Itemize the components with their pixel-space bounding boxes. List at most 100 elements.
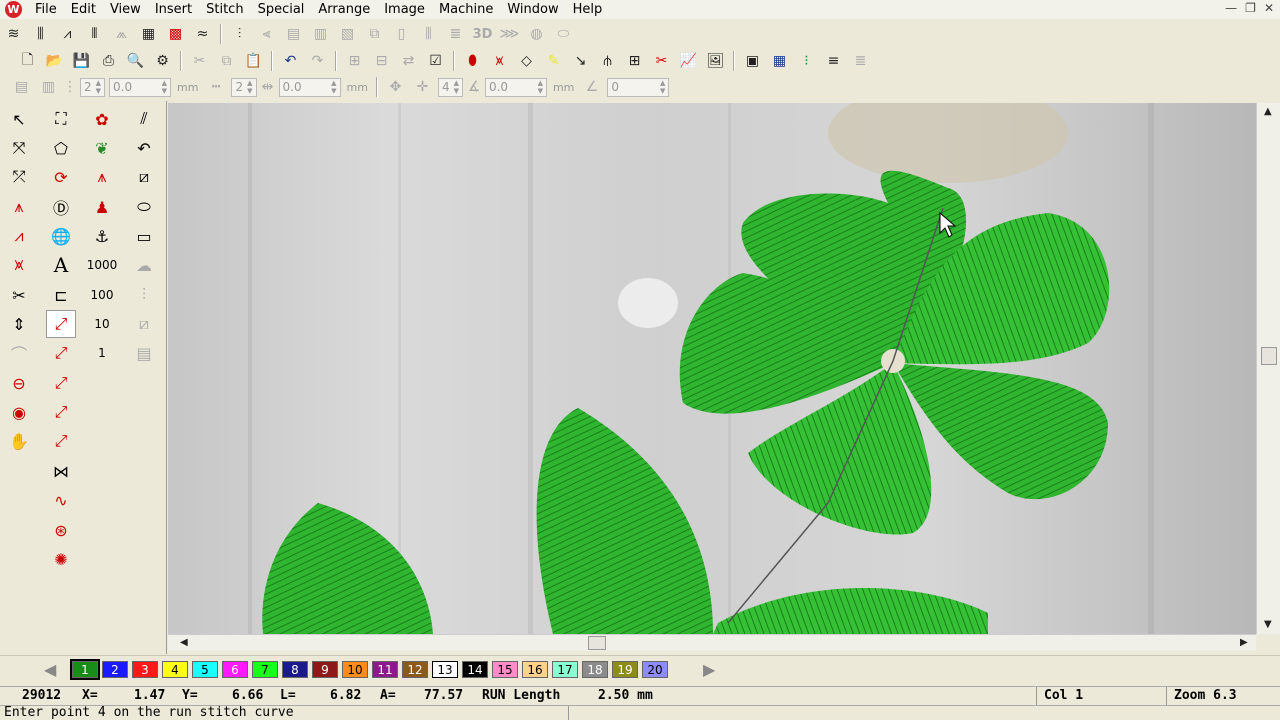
pattern-7-icon[interactable]: ▯ — [388, 22, 415, 46]
monogram-icon[interactable]: Ⓓ — [46, 193, 76, 221]
group-icon[interactable]: ⊞ — [341, 49, 368, 73]
pattern-10-icon[interactable]: ⋙ — [496, 22, 523, 46]
scissors-icon[interactable]: ✂ — [4, 281, 34, 309]
fill-stitch-icon[interactable]: ⩕ — [108, 22, 135, 46]
globe-icon[interactable]: 🌐 — [46, 222, 76, 250]
design-canvas[interactable] — [168, 103, 1256, 634]
figure-icon[interactable]: ♟ — [87, 193, 117, 221]
ellipse-icon[interactable]: ⬭ — [129, 193, 159, 221]
palette-swatch[interactable]: 2 — [102, 661, 128, 678]
zigzag-stitch-icon[interactable]: ⩘ — [54, 22, 81, 46]
vertical-scrollbar[interactable]: ▲ ▼ — [1256, 103, 1280, 634]
palette-swatch[interactable]: 1 — [70, 659, 100, 680]
palette-swatch[interactable]: 15 — [492, 661, 518, 678]
bus-icon[interactable]: ⊏ — [46, 281, 76, 309]
palette-swatch[interactable]: 7 — [252, 661, 278, 678]
redo-icon[interactable]: ↷ — [304, 49, 331, 73]
convert-icon[interactable]: ⇄ — [395, 49, 422, 73]
image-display-icon[interactable]: 🖼 — [702, 49, 729, 73]
menu-view[interactable]: View — [103, 1, 148, 19]
value-spin-4[interactable]: 0 ▲ ▼ — [607, 77, 670, 97]
angle-tool-icon[interactable]: ∡ — [465, 75, 483, 99]
table-tool-icon[interactable]: ▤ — [129, 339, 159, 367]
chart-icon[interactable]: 📈 — [675, 49, 702, 73]
shape-fill-icon[interactable]: ⬮ — [459, 49, 486, 73]
wave-stitch-icon[interactable]: ≈ — [189, 22, 216, 46]
knife-icon[interactable]: ⤱ — [4, 163, 34, 191]
scroll-up-icon[interactable]: ▲ — [1264, 106, 1272, 117]
save-icon[interactable]: 💾 — [68, 49, 95, 73]
bobbin-icon[interactable]: ◉ — [4, 398, 34, 426]
stitch-display-icon[interactable]: ⩙ — [486, 49, 513, 73]
close-icon[interactable]: ✕ — [1264, 1, 1274, 15]
move-icon[interactable]: ✥ — [382, 75, 409, 99]
grid-icon[interactable]: ⊞ — [621, 49, 648, 73]
menu-special[interactable]: Special — [251, 1, 312, 19]
value-spin-2[interactable]: 0.0 ▲ ▼ — [278, 77, 341, 97]
image-tool-icon[interactable]: ⧄ — [129, 310, 159, 338]
angle-icon[interactable]: ∠ — [578, 75, 605, 99]
palette-swatch[interactable]: 12 — [402, 661, 428, 678]
plant-icon[interactable]: ❦ — [87, 134, 117, 162]
run-curve-tool-icon[interactable]: ⤢ — [46, 310, 76, 338]
motif-stitch-icon[interactable]: ▦ — [135, 22, 162, 46]
menu-window[interactable]: Window — [500, 1, 565, 19]
undo-icon[interactable]: ↶ — [277, 49, 304, 73]
palette-next-icon[interactable]: ▶ — [703, 660, 715, 679]
palette-swatch[interactable]: 9 — [312, 661, 338, 678]
frame-icon[interactable]: ⛶ — [46, 105, 76, 133]
minimize-icon[interactable]: — — [1225, 1, 1237, 15]
text-tool-icon[interactable]: A — [46, 251, 76, 279]
outline-icon[interactable]: ◇ — [513, 49, 540, 73]
menu-image[interactable]: Image — [377, 1, 432, 19]
scroll-right-icon[interactable]: ▶ — [1240, 637, 1248, 648]
pattern-12-icon[interactable]: ⬭ — [550, 22, 577, 46]
diagonal-box-icon[interactable]: ⧄ — [129, 163, 159, 191]
stitch-edit-icon[interactable]: ⩚ — [4, 193, 34, 221]
checkmark-icon[interactable]: ☑ — [422, 49, 449, 73]
applique-icon[interactable]: ⊛ — [46, 516, 76, 544]
line-tool-4-icon[interactable]: ⤢ — [46, 427, 76, 455]
align-icon[interactable]: ≣ — [847, 49, 874, 73]
line-tool-3-icon[interactable]: ⤢ — [46, 398, 76, 426]
palette-swatch[interactable]: 11 — [372, 661, 398, 678]
columns-icon[interactable]: ▤ — [8, 75, 35, 99]
menu-insert[interactable]: Insert — [148, 1, 199, 19]
horizontal-scroll-thumb[interactable] — [588, 636, 606, 650]
move-2-icon[interactable]: ✛ — [409, 75, 436, 99]
columns-2-icon[interactable]: ▥ — [35, 75, 62, 99]
palette-swatch[interactable]: 19 — [612, 661, 638, 678]
palette-swatch[interactable]: 6 — [222, 661, 248, 678]
palette-swatch[interactable]: 18 — [582, 661, 608, 678]
polyline-icon[interactable]: ⋈ — [46, 457, 76, 485]
pattern-5-icon[interactable]: ▧ — [334, 22, 361, 46]
paste-icon[interactable]: 📋 — [240, 49, 267, 73]
open-folder-icon[interactable]: 📂 — [41, 49, 68, 73]
offset-icon[interactable]: ⇹ — [259, 75, 277, 99]
palette-swatch[interactable]: 17 — [552, 661, 578, 678]
pattern-9-icon[interactable]: ≣ — [442, 22, 469, 46]
rectangle-icon[interactable]: ▭ — [129, 222, 159, 250]
copy-icon[interactable]: ⧉ — [213, 49, 240, 73]
e-stitch-icon[interactable]: ⫴ — [81, 22, 108, 46]
resize-icon[interactable]: ⇕ — [4, 310, 34, 338]
pattern-3-icon[interactable]: ▤ — [280, 22, 307, 46]
parallel-lines-icon[interactable]: ⫽ — [129, 105, 159, 133]
circle-stitch-icon[interactable]: ⊖ — [4, 369, 34, 397]
move-100-button[interactable]: 100 — [87, 281, 117, 309]
cross-stitch-icon[interactable]: ▩ — [162, 22, 189, 46]
count-spin-2[interactable]: 2 ▲ ▼ — [231, 77, 257, 97]
palette-swatch[interactable]: 4 — [162, 661, 188, 678]
3d-button[interactable]: 3D — [469, 22, 496, 46]
reshape-icon[interactable]: ↘ — [567, 49, 594, 73]
text-list-icon[interactable]: ≡ — [820, 49, 847, 73]
pattern-6-icon[interactable]: ⧉ — [361, 22, 388, 46]
move-1000-button[interactable]: 1000 — [84, 251, 120, 279]
palette-swatch[interactable]: 16 — [522, 661, 548, 678]
hand-stop-icon[interactable]: ✋ — [4, 427, 34, 455]
flower-icon[interactable]: ✿ — [87, 105, 117, 133]
ungroup-icon[interactable]: ⊟ — [368, 49, 395, 73]
zigzag-tool-icon[interactable]: ⩚ — [87, 163, 117, 191]
print-preview-icon[interactable]: 🔍 — [122, 49, 149, 73]
palette-swatch[interactable]: 14 — [462, 661, 488, 678]
